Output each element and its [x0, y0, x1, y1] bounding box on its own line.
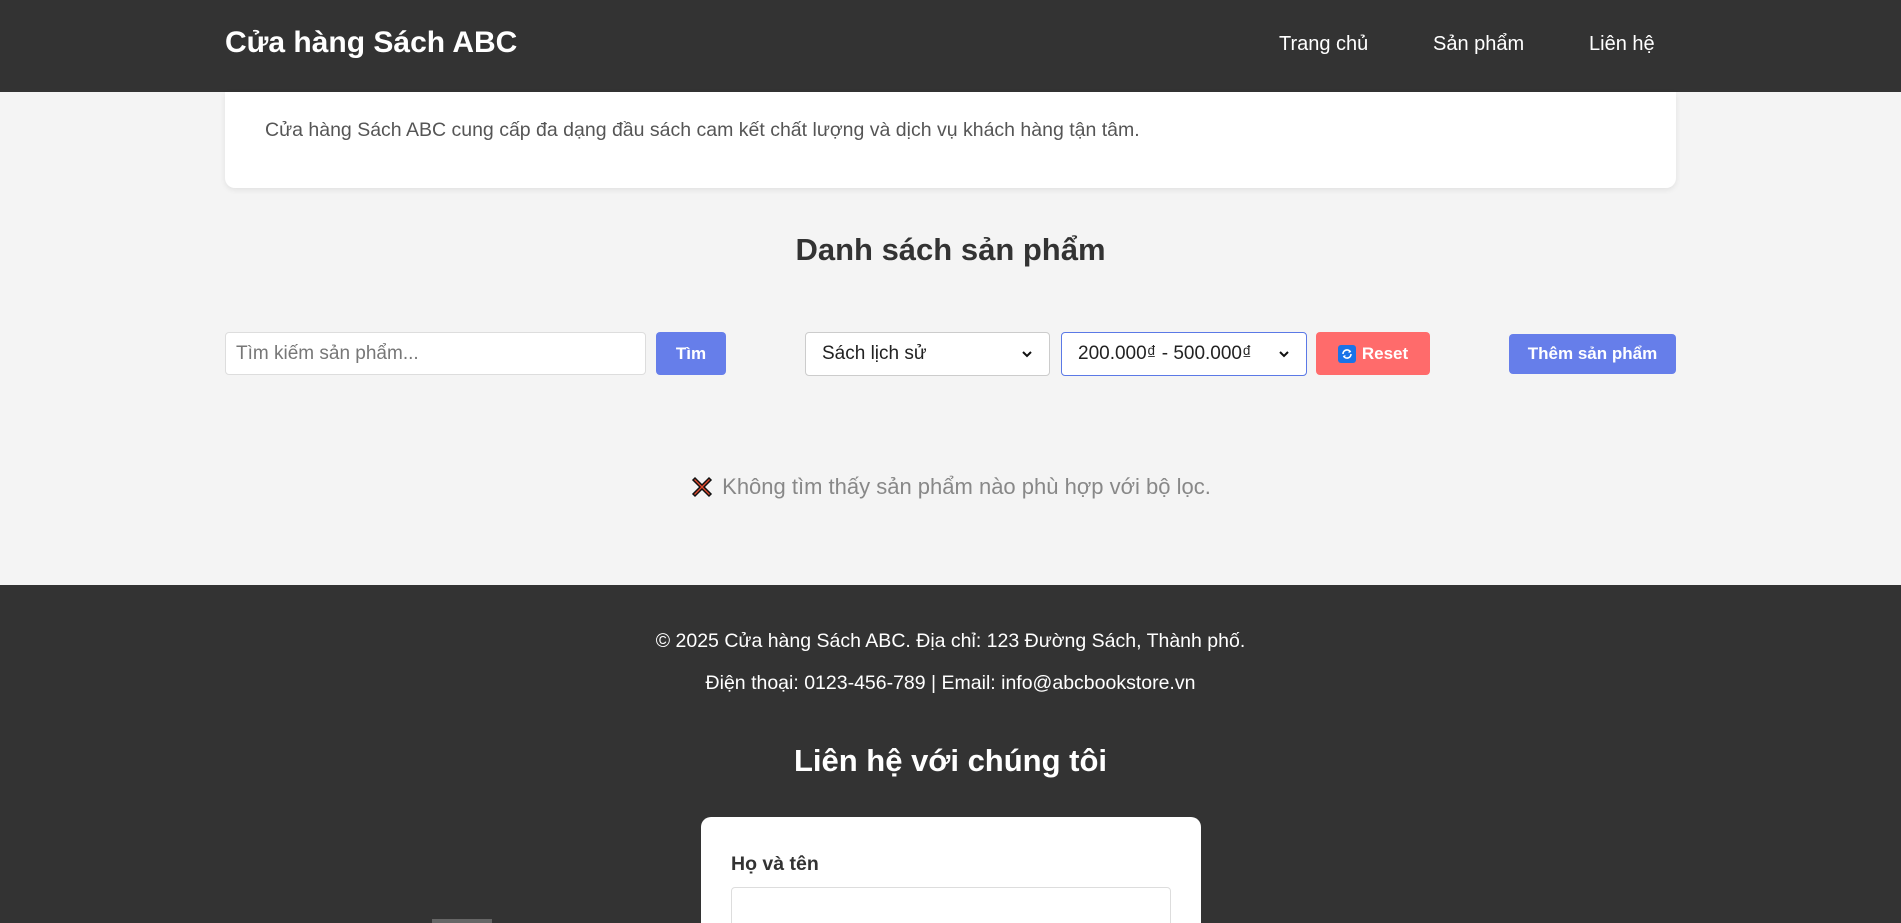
add-product-button[interactable]: Thêm sản phẩm — [1509, 334, 1676, 374]
refresh-icon — [1337, 344, 1356, 363]
intro-card: Cửa hàng Sách ABC cung cấp đa dạng đầu s… — [225, 92, 1676, 188]
search-input[interactable] — [225, 332, 646, 375]
category-select[interactable]: Sách lịch sử — [805, 332, 1050, 376]
chevron-down-icon — [1279, 351, 1289, 358]
scrollbar-thumb[interactable] — [432, 919, 492, 923]
footer-contact-info: Điện thoại: 0123-456-789 | Email: info@a… — [705, 672, 1196, 694]
nav-products[interactable]: Sản phẩm — [1433, 33, 1524, 56]
nav-contact[interactable]: Liên hệ — [1589, 33, 1655, 56]
products-title: Danh sách sản phẩm — [795, 232, 1106, 267]
price-select[interactable]: 200.000₫ - 500.000₫ — [1061, 332, 1307, 376]
cross-mark-icon — [692, 476, 713, 498]
name-field[interactable] — [731, 887, 1171, 923]
name-field-label: Họ và tên — [731, 853, 819, 875]
reset-button[interactable]: Reset — [1316, 332, 1430, 375]
site-brand[interactable]: Cửa hàng Sách ABC — [225, 26, 517, 60]
footer-copyright: © 2025 Cửa hàng Sách ABC. Địa chỉ: 123 Đ… — [655, 630, 1246, 652]
contact-title: Liên hệ với chúng tôi — [793, 743, 1108, 778]
price-select-value: 200.000₫ - 500.000₫ — [1078, 343, 1252, 364]
empty-message: Không tìm thấy sản phẩm nào phù hợp với … — [722, 474, 1211, 499]
intro-text: Cửa hàng Sách ABC cung cấp đa dạng đầu s… — [265, 119, 1140, 141]
site-header: Cửa hàng Sách ABC Trang chủ Sản phẩm Liê… — [0, 0, 1901, 92]
search-button[interactable]: Tìm — [656, 332, 726, 375]
reset-button-label: Reset — [1361, 343, 1409, 363]
site-footer: © 2025 Cửa hàng Sách ABC. Địa chỉ: 123 Đ… — [0, 585, 1901, 923]
nav-home[interactable]: Trang chủ — [1279, 33, 1368, 56]
chevron-down-icon — [1022, 351, 1032, 358]
contact-form: Họ và tên — [701, 817, 1201, 923]
category-select-value: Sách lịch sử — [822, 343, 927, 364]
empty-state: Không tìm thấy sản phẩm nào phù hợp với … — [0, 474, 1901, 500]
